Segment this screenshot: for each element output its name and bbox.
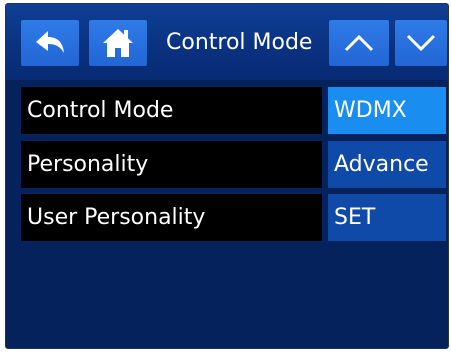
device-screen: Control Mode Control Mode WDMX Personali… [5,3,449,349]
row-value-user-personality[interactable]: SET [328,194,446,241]
chevron-up-icon [343,33,375,53]
home-icon [101,27,135,59]
home-button[interactable] [89,20,147,66]
row-label-user-personality[interactable]: User Personality [21,194,322,241]
back-arrow-icon [34,29,66,57]
row-value-personality[interactable]: Advance [328,141,446,188]
row-value-control-mode[interactable]: WDMX [328,87,446,134]
back-button[interactable] [21,20,79,66]
chevron-down-icon [405,33,437,53]
row-label-control-mode[interactable]: Control Mode [21,87,322,134]
page-title: Control Mode [166,30,313,55]
scroll-up-button[interactable] [329,20,389,66]
header-bar: Control Mode [6,4,448,80]
row-label-personality[interactable]: Personality [21,141,322,188]
scroll-down-button[interactable] [395,20,447,66]
